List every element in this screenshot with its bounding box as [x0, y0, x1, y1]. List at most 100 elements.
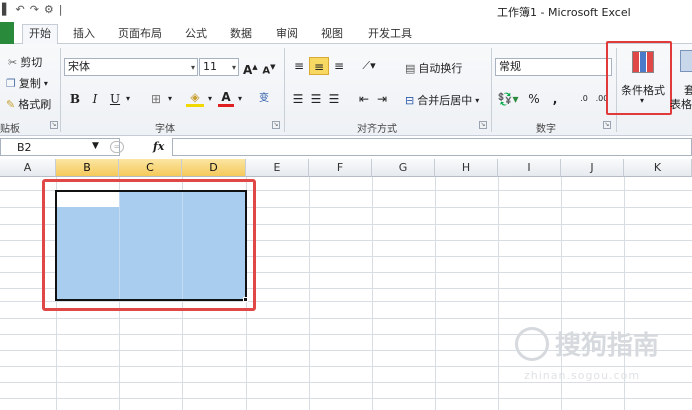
conditional-format-highlight	[606, 41, 672, 115]
table-format-button[interactable]: 套 表格	[670, 50, 692, 111]
column-header-D[interactable]: D	[182, 159, 246, 177]
col-line	[309, 177, 310, 410]
chevron-down-icon: ▾	[231, 63, 236, 72]
underline-button[interactable]: U	[108, 90, 122, 108]
quick-access-toolbar: ▌ ↶ ↷ ⚙ |	[2, 3, 63, 16]
copy-button[interactable]: ❐ 复制 ▾	[6, 75, 48, 91]
column-header-C[interactable]: C	[119, 159, 182, 177]
align-top-icon[interactable]: ≡	[290, 57, 308, 75]
formula-bar-grip: =	[110, 141, 124, 153]
row-line	[0, 398, 692, 399]
qat-separator: |	[58, 3, 63, 16]
merge-center-button[interactable]: ⊟ 合并后居中 ▾	[405, 92, 479, 108]
column-header-I[interactable]: I	[498, 159, 561, 177]
border-dropdown-icon[interactable]: ▾	[166, 90, 174, 108]
alignment-launcher-icon[interactable]: ↘	[479, 121, 487, 129]
tab-home[interactable]: 开始	[22, 24, 58, 44]
fill-color-icon[interactable]: ◈	[186, 90, 204, 107]
clipboard-launcher-icon[interactable]: ↘	[50, 121, 58, 129]
file-tab[interactable]	[0, 22, 14, 44]
fill-dropdown-icon[interactable]: ▾	[206, 90, 214, 108]
align-center-icon[interactable]: ☰	[308, 90, 324, 108]
title-bar: ▌ ↶ ↷ ⚙ | 工作簿1 - Microsoft Excel	[0, 0, 692, 22]
group-separator	[491, 48, 492, 132]
wrap-text-button[interactable]: ▤ 自动换行	[405, 60, 462, 76]
column-header-G[interactable]: G	[372, 159, 435, 177]
column-header-B[interactable]: B	[56, 159, 119, 177]
increase-indent-icon[interactable]: ⇥	[374, 90, 390, 108]
scissors-icon: ✂	[8, 55, 18, 69]
tab-insert[interactable]: 插入	[67, 25, 101, 44]
tab-page-layout[interactable]: 页面布局	[112, 25, 168, 44]
clipboard-group-label: 贴板	[0, 124, 20, 135]
font-launcher-icon[interactable]: ↘	[272, 121, 280, 129]
group-separator	[284, 48, 285, 132]
brush-icon: ✎	[6, 97, 16, 111]
selection-highlight	[42, 179, 256, 311]
copy-icon: ❐	[6, 76, 16, 90]
watermark-text: 搜狗指南	[555, 331, 660, 361]
group-separator	[60, 48, 61, 132]
font-size-combo[interactable]: 11 ▾	[199, 58, 239, 76]
column-header-K[interactable]: K	[624, 159, 692, 177]
format-painter-button[interactable]: ✎ 格式刷	[6, 96, 51, 112]
row-line	[0, 318, 692, 319]
font-group-label: 字体	[155, 124, 175, 135]
decrease-indent-icon[interactable]: ⇤	[356, 90, 372, 108]
chevron-down-icon: ▾	[190, 63, 195, 72]
tab-formulas[interactable]: 公式	[179, 25, 213, 44]
font-name-combo[interactable]: 宋体 ▾	[64, 58, 198, 76]
italic-button[interactable]: I	[88, 90, 102, 108]
font-color-icon[interactable]: A	[218, 90, 234, 107]
number-format-combo[interactable]: 常规	[495, 58, 612, 76]
column-header-H[interactable]: H	[435, 159, 498, 177]
increase-decimal-icon[interactable]: .0	[576, 90, 592, 108]
customize-icon[interactable]: ⚙	[44, 3, 54, 16]
grow-font-button[interactable]: A▲	[243, 58, 258, 77]
border-icon[interactable]: ⊞	[146, 90, 166, 108]
tab-review[interactable]: 审阅	[270, 25, 304, 44]
watermark-url: zhinan.sogou.com	[524, 369, 641, 382]
number-launcher-icon[interactable]: ↘	[603, 121, 611, 129]
font-color-dropdown-icon[interactable]: ▾	[236, 90, 244, 108]
name-box-dropdown-icon[interactable]: ▼	[92, 141, 99, 151]
table-format-icon	[680, 50, 692, 72]
column-header-A[interactable]: A	[0, 159, 56, 177]
cut-button[interactable]: ✂ 剪切	[8, 54, 42, 70]
tab-developer[interactable]: 开发工具	[362, 25, 418, 44]
align-right-icon[interactable]: ☰	[326, 90, 342, 108]
undo-icon[interactable]: ↶	[15, 3, 24, 16]
save-icon[interactable]: ▌	[2, 3, 10, 16]
column-header-F[interactable]: F	[309, 159, 372, 177]
tab-view[interactable]: 视图	[315, 25, 349, 44]
tab-data[interactable]: 数据	[224, 25, 258, 44]
col-line	[372, 177, 373, 410]
shrink-font-button[interactable]: A▼	[262, 58, 276, 76]
column-header-E[interactable]: E	[246, 159, 309, 177]
comma-button[interactable]: ,	[550, 90, 560, 108]
phonetic-icon[interactable]: 变	[255, 90, 273, 108]
row-line	[0, 366, 692, 367]
align-middle-icon[interactable]: ≡	[309, 57, 329, 75]
number-group-label: 数字	[536, 124, 556, 135]
percent-button[interactable]: %	[527, 90, 541, 108]
bold-button[interactable]: B	[68, 90, 82, 108]
currency-icon[interactable]: 💱▾	[497, 90, 519, 108]
column-header-J[interactable]: J	[561, 159, 624, 177]
wrap-text-icon: ▤	[405, 61, 416, 75]
window-title: 工作簿1 - Microsoft Excel	[497, 6, 631, 19]
orientation-icon[interactable]: ⟋▾	[357, 57, 381, 75]
name-box[interactable]: B2	[0, 138, 120, 156]
col-line	[435, 177, 436, 410]
formula-input[interactable]	[172, 138, 692, 156]
row-line	[0, 382, 692, 383]
align-left-icon[interactable]: ☰	[290, 90, 306, 108]
underline-dropdown-icon[interactable]: ▾	[124, 90, 132, 108]
align-bottom-icon[interactable]: ≡	[330, 57, 348, 75]
redo-icon[interactable]: ↷	[30, 3, 39, 16]
merge-icon: ⊟	[405, 93, 415, 107]
alignment-group-label: 对齐方式	[357, 124, 397, 135]
insert-function-icon[interactable]: fx	[153, 140, 164, 153]
watermark-logo-icon	[515, 327, 549, 361]
col-line	[498, 177, 499, 410]
